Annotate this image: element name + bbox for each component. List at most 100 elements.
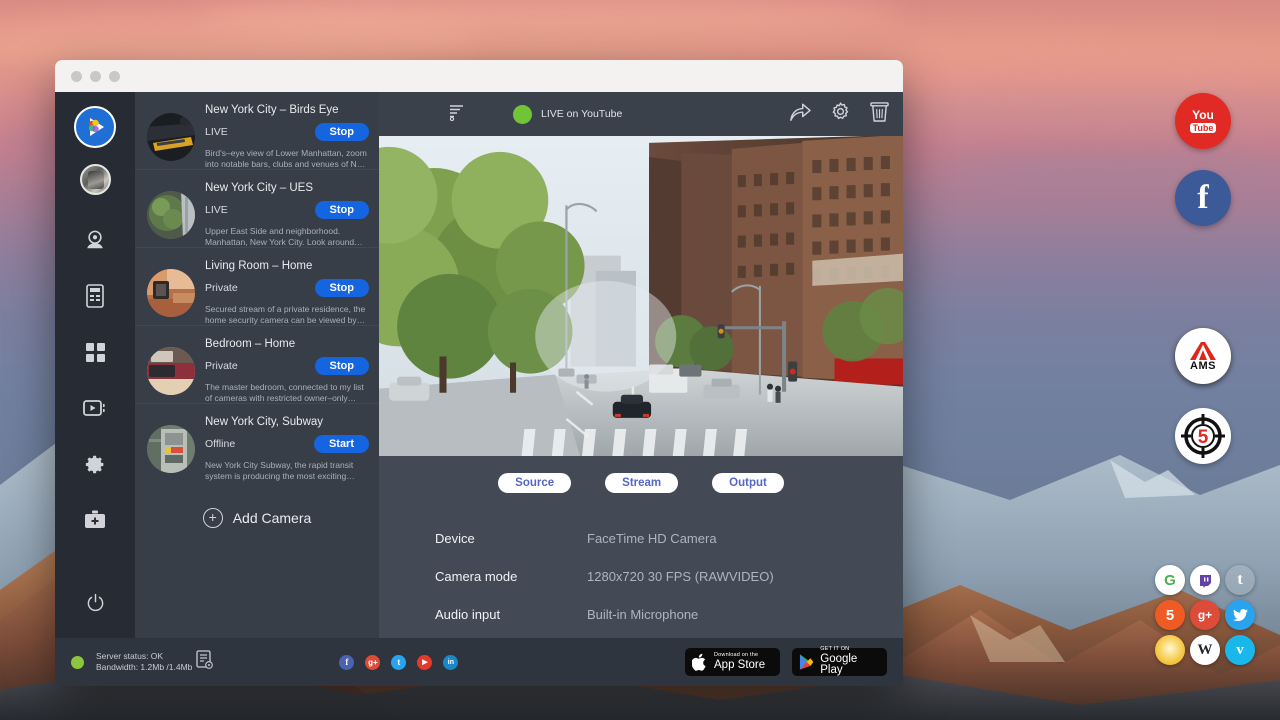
plus-circle-icon: +	[203, 508, 223, 528]
video-preview[interactable]	[379, 136, 903, 456]
tab-output[interactable]: Output	[712, 473, 784, 493]
window-close-button[interactable]	[71, 71, 82, 82]
sidebar-item-add-media[interactable]	[82, 507, 108, 533]
app-logo[interactable]	[74, 106, 116, 148]
camera-action-button[interactable]: Stop	[315, 201, 369, 219]
sort-filter-icon[interactable]	[449, 103, 465, 126]
google-plus-icon[interactable]: g+	[365, 655, 380, 670]
camera-title: New York City – UES	[205, 181, 369, 195]
share-button[interactable]	[789, 102, 811, 127]
vimeo-dock-icon[interactable]: v	[1225, 635, 1255, 665]
thumb-bedroom	[147, 347, 195, 395]
sun-dock-icon[interactable]	[1155, 635, 1185, 665]
wordpress-dock-icon[interactable]: W	[1190, 635, 1220, 665]
sidebar-item-cameras[interactable]	[82, 227, 108, 253]
detail-row-audio-input: Audio input Built-in Microphone	[435, 607, 903, 622]
camera-list-item[interactable]: Bedroom – Home Private Stop The master b…	[135, 326, 379, 404]
play-triangle-icon	[799, 653, 814, 671]
camera-action-button[interactable]: Start	[314, 435, 369, 453]
live-status: LIVE on YouTube	[513, 105, 622, 124]
camera-action-button[interactable]: Stop	[315, 357, 369, 375]
thumb-birds-eye	[147, 113, 195, 161]
camera-list-item[interactable]: New York City, Subway Offline Start New …	[135, 404, 379, 482]
camera-thumbnail	[147, 191, 195, 239]
delete-button[interactable]	[870, 101, 889, 127]
camera-status-row: LIVE Stop	[205, 201, 369, 219]
detail-tabs: Source Stream Output	[379, 456, 903, 493]
youtube-dock-icon[interactable]: You Tube	[1175, 93, 1231, 149]
camera-description: New York City Subway, the rapid transit …	[205, 460, 369, 482]
add-media-icon	[84, 510, 106, 530]
camera-title: Living Room – Home	[205, 259, 369, 273]
camera-list-item[interactable]: New York City – UES LIVE Stop Upper East…	[135, 170, 379, 248]
camera-thumbnail	[147, 347, 195, 395]
window-minimize-button[interactable]	[90, 71, 101, 82]
camera-state: Offline	[205, 438, 235, 450]
app-store-top-label: Download on the	[714, 653, 765, 659]
tab-stream[interactable]: Stream	[605, 473, 678, 493]
camera-list-item[interactable]: Living Room – Home Private Stop Secured …	[135, 248, 379, 326]
linkedin-icon[interactable]: in	[443, 655, 458, 670]
camera-list-item[interactable]: New York City – Birds Eye LIVE Stop Bird…	[135, 92, 379, 170]
gear-icon	[85, 454, 106, 475]
twitter-dock-icon[interactable]	[1225, 600, 1255, 630]
camera-list: New York City – Birds Eye LIVE Stop Bird…	[135, 92, 379, 638]
twitter-icon[interactable]: t	[391, 655, 406, 670]
camera-title: New York City, Subway	[205, 415, 369, 429]
source-details: Device FaceTime HD Camera Camera mode 12…	[379, 493, 903, 645]
google-play-text: GET IT ON Google Play	[820, 647, 880, 677]
camera-action-button[interactable]: Stop	[315, 123, 369, 141]
settings-button[interactable]	[830, 101, 851, 127]
camera-info: Bedroom – Home Private Stop The master b…	[205, 335, 369, 394]
sidebar-rail	[55, 92, 135, 638]
camera-description: The master bedroom, connected to my list…	[205, 382, 369, 404]
toolbar-actions	[789, 101, 889, 127]
twitter-bird-icon	[1233, 609, 1248, 622]
camera-action-button[interactable]: Stop	[315, 279, 369, 297]
google-play-top-label: GET IT ON	[820, 647, 880, 653]
detail-value[interactable]: FaceTime HD Camera	[587, 531, 717, 546]
add-camera-button[interactable]: + Add Camera	[135, 482, 379, 528]
facebook-icon[interactable]: f	[339, 655, 354, 670]
youtube-dock-bottom: Tube	[1190, 123, 1217, 133]
sort-filter-glyph-icon	[449, 103, 465, 121]
youtube-icon[interactable]: ▶	[417, 655, 432, 670]
sidebar-item-power[interactable]	[82, 589, 108, 615]
window-maximize-button[interactable]	[109, 71, 120, 82]
tab-source[interactable]: Source	[498, 473, 571, 493]
window-titlebar	[55, 60, 903, 92]
sidebar-item-devices[interactable]	[82, 283, 108, 309]
facebook-dock-label: f	[1197, 181, 1208, 215]
target-icon: 5	[1179, 412, 1227, 460]
adobe-a-icon	[1188, 341, 1218, 361]
detail-value[interactable]: Built-in Microphone	[587, 607, 698, 622]
device-list-icon	[85, 284, 105, 308]
facebook-dock-icon[interactable]: f	[1175, 170, 1231, 226]
camera-thumbnail	[147, 113, 195, 161]
five-dock-icon[interactable]: 5	[1155, 600, 1185, 630]
detail-value[interactable]: 1280x720 30 FPS (RAWVIDEO)	[587, 569, 774, 584]
camera-description: Secured stream of a private residence, t…	[205, 304, 369, 326]
application-window: New York City – Birds Eye LIVE Stop Bird…	[55, 60, 903, 686]
detail-row-device: Device FaceTime HD Camera	[435, 531, 903, 546]
app-store-badge[interactable]: Download on the App Store	[685, 648, 780, 676]
adobe-ams-dock-icon[interactable]: AMS	[1175, 328, 1231, 384]
detail-key: Camera mode	[435, 569, 587, 584]
tumblr-dock-icon[interactable]: t	[1225, 565, 1255, 595]
share-icon	[789, 102, 811, 122]
camera-state: LIVE	[205, 204, 228, 216]
twitch-dock-icon[interactable]	[1190, 565, 1220, 595]
google-plus-dock-icon[interactable]: g+	[1190, 600, 1220, 630]
server-status-text: Server status: OK Bandwidth: 1.2Mb /1.4M…	[96, 651, 192, 673]
sidebar-item-dashboard[interactable]	[82, 339, 108, 365]
sidebar-item-player[interactable]	[82, 395, 108, 421]
target5-dock-icon[interactable]: 5	[1175, 408, 1231, 464]
camera-description: Upper East Side and neighborhood. Manhat…	[205, 226, 369, 248]
bandwidth-line: Bandwidth: 1.2Mb /1.4Mb	[96, 662, 192, 673]
grow-dock-icon[interactable]: G	[1155, 565, 1185, 595]
server-status-line: Server status: OK	[96, 651, 192, 662]
google-play-badge[interactable]: GET IT ON Google Play	[792, 648, 887, 676]
user-avatar[interactable]	[80, 164, 111, 195]
document-info-icon[interactable]	[196, 650, 213, 674]
sidebar-item-settings[interactable]	[82, 451, 108, 477]
